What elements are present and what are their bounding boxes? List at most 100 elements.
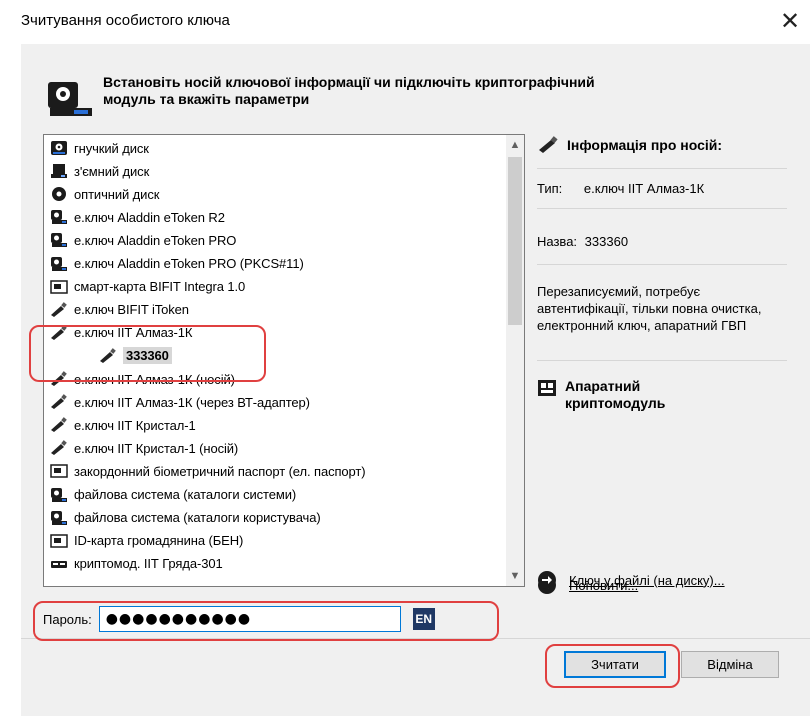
token-icon bbox=[50, 232, 68, 248]
password-row: Пароль: EN bbox=[43, 606, 435, 632]
usb-key-icon bbox=[50, 440, 68, 456]
device-list-item[interactable]: е.ключ ІІТ Алмаз-1К (через ВТ-адаптер) bbox=[44, 391, 310, 413]
crypto-line-2: криптомодуль bbox=[565, 395, 666, 411]
device-label: е.ключ ІІТ Алмаз-1К bbox=[74, 325, 193, 341]
usb-key-icon bbox=[50, 301, 68, 318]
token-icon bbox=[50, 510, 68, 526]
device-list-item[interactable]: е.ключ BIFIT iToken bbox=[44, 299, 189, 321]
device-list-item[interactable]: ID-карта громадянина (БЕН) bbox=[44, 530, 243, 552]
media-info-panel: Інформація про носій: Тип: е.ключ ІІТ Ал… bbox=[531, 128, 801, 594]
device-label: е.ключ BIFIT iToken bbox=[74, 302, 189, 318]
device-list-box: гнучкий диск з'ємний диск оптичний диск е.к… bbox=[43, 134, 525, 587]
token-icon bbox=[50, 256, 68, 272]
device-label: е.ключ Aladdin eToken PRO (PKCS#11) bbox=[74, 256, 304, 271]
title-bar: Зчитування особистого ключа ✕ bbox=[0, 0, 810, 44]
device-label: е.ключ ІІТ Кристал-1 bbox=[74, 417, 196, 433]
device-list-item[interactable]: закордонний біометричний паспорт (ел. па… bbox=[44, 460, 366, 482]
divider bbox=[537, 264, 787, 265]
device-label: е.ключ Aladdin eToken R2 bbox=[74, 209, 225, 225]
name-label: Назва: bbox=[537, 234, 578, 249]
device-list-item[interactable]: е.ключ Aladdin eToken PRO (PKCS#11) bbox=[44, 253, 304, 275]
device-child-item[interactable]: 333360 bbox=[44, 345, 172, 367]
type-value: е.ключ ІІТ Алмаз-1К bbox=[583, 181, 705, 196]
scroll-thumb[interactable] bbox=[508, 157, 522, 325]
usb-key-icon bbox=[50, 417, 68, 433]
device-list-item[interactable]: е.ключ Aladdin eToken R2 bbox=[44, 206, 225, 228]
device-label: криптомод. ІІТ Гряда-301 bbox=[74, 556, 223, 572]
usb-key-icon bbox=[50, 371, 68, 387]
usb-key-icon bbox=[50, 394, 68, 410]
close-button[interactable]: ✕ bbox=[775, 4, 805, 38]
token-icon bbox=[50, 209, 68, 225]
info-name: Назва: 333360 bbox=[537, 234, 628, 249]
info-header: Інформація про носій: bbox=[537, 136, 722, 154]
file-key-link-row[interactable]: Ключ у файлі (на диску)... bbox=[537, 570, 725, 590]
removable-disk-icon bbox=[50, 163, 68, 179]
device-list-item[interactable]: оптичний диск bbox=[44, 183, 159, 205]
smart-card-icon bbox=[50, 463, 68, 479]
device-label: закордонний біометричний паспорт (ел. па… bbox=[74, 463, 366, 479]
read-button[interactable]: Зчитати bbox=[564, 651, 666, 678]
instruction-line-1: Встановіть носій ключової інформації чи … bbox=[103, 74, 595, 90]
crypto-line-1: Апаратний bbox=[565, 378, 641, 394]
arrow-right-icon bbox=[538, 571, 556, 589]
device-label: файлова система (каталоги користувача) bbox=[74, 510, 321, 526]
key-media-icon bbox=[48, 82, 92, 116]
info-type: Тип: е.ключ ІІТ Алмаз-1К bbox=[537, 181, 704, 196]
dialog-body: Встановіть носій ключової інформації чи … bbox=[21, 44, 810, 716]
device-list-item[interactable]: криптомод. ІІТ Гряда-301 bbox=[44, 553, 223, 575]
device-list-item[interactable]: з'ємний диск bbox=[44, 160, 149, 182]
device-label: гнучкий диск bbox=[74, 140, 149, 156]
device-list-item[interactable]: е.ключ ІІТ Кристал-1 bbox=[44, 414, 196, 436]
keyboard-language-indicator: EN bbox=[412, 608, 435, 630]
divider bbox=[537, 168, 787, 169]
scroll-down-icon[interactable]: ▼ bbox=[506, 566, 524, 586]
device-label: оптичний диск bbox=[74, 186, 160, 202]
optical-disc-icon bbox=[50, 186, 68, 202]
divider bbox=[537, 208, 787, 209]
device-list-item[interactable]: файлова система (каталоги системи) bbox=[44, 484, 296, 506]
device-label: з'ємний диск bbox=[74, 163, 150, 179]
device-list-item[interactable]: смарт-карта BIFIT Integra 1.0 bbox=[44, 276, 245, 298]
crypto-module-icon bbox=[538, 380, 556, 396]
info-description: Перезаписуємий, потребує автентифікації,… bbox=[537, 284, 762, 333]
info-header-text: Інформація про носій: bbox=[567, 137, 723, 153]
device-label: е.ключ ІІТ Кристал-1 (носій) bbox=[74, 440, 239, 456]
device-list-item[interactable]: гнучкий диск bbox=[44, 137, 149, 159]
password-input[interactable] bbox=[98, 606, 401, 632]
window-title: Зчитування особистого ключа bbox=[21, 12, 230, 29]
smart-card-icon bbox=[50, 533, 68, 549]
smart-card-icon bbox=[50, 279, 68, 295]
file-key-link[interactable]: Ключ у файлі (на диску)... bbox=[569, 573, 725, 588]
instruction-text: Встановіть носій ключової інформації чи … bbox=[103, 74, 763, 108]
usb-key-icon bbox=[50, 324, 68, 341]
device-label: е.ключ ІІТ Алмаз-1К (носій) bbox=[74, 371, 235, 387]
device-label: 333360 bbox=[123, 347, 172, 365]
crypto-module-icon bbox=[50, 556, 68, 572]
usb-key-icon bbox=[99, 348, 117, 364]
usb-key-icon bbox=[539, 136, 558, 153]
name-value: 333360 bbox=[584, 234, 629, 249]
device-label: е.ключ ІІТ Алмаз-1К (через ВТ-адаптер) bbox=[74, 394, 310, 410]
device-label: ID-карта громадянина (БЕН) bbox=[74, 533, 244, 549]
instruction-line-2: модуль та вкажіть параметри bbox=[103, 91, 310, 107]
device-label: файлова система (каталоги системи) bbox=[74, 487, 297, 502]
device-list-item[interactable]: е.ключ ІІТ Алмаз-1К bbox=[44, 322, 192, 344]
cancel-button[interactable]: Відміна bbox=[681, 651, 779, 678]
device-list-item[interactable]: е.ключ ІІТ Алмаз-1К (носій) bbox=[44, 368, 235, 390]
device-list-item[interactable]: е.ключ Aladdin eToken PRO bbox=[44, 229, 236, 251]
type-label: Тип: bbox=[537, 181, 563, 196]
scroll-up-icon[interactable]: ▲ bbox=[506, 135, 524, 155]
token-icon bbox=[50, 487, 68, 503]
password-label: Пароль: bbox=[43, 611, 92, 627]
device-list-item[interactable]: файлова система (каталоги користувача) bbox=[44, 507, 321, 529]
device-list[interactable]: гнучкий диск з'ємний диск оптичний диск е.к… bbox=[44, 135, 506, 586]
vertical-scrollbar[interactable]: ▲ ▼ bbox=[506, 135, 524, 586]
device-label: е.ключ Aladdin eToken PRO bbox=[74, 232, 237, 248]
divider bbox=[21, 638, 810, 639]
floppy-disk-icon bbox=[50, 140, 68, 156]
hardware-crypto-module: Апаратний криптомодуль bbox=[537, 378, 665, 412]
divider bbox=[537, 360, 787, 361]
device-list-item[interactable]: е.ключ ІІТ Кристал-1 (носій) bbox=[44, 437, 238, 459]
device-label: смарт-карта BIFIT Integra 1.0 bbox=[74, 279, 246, 295]
